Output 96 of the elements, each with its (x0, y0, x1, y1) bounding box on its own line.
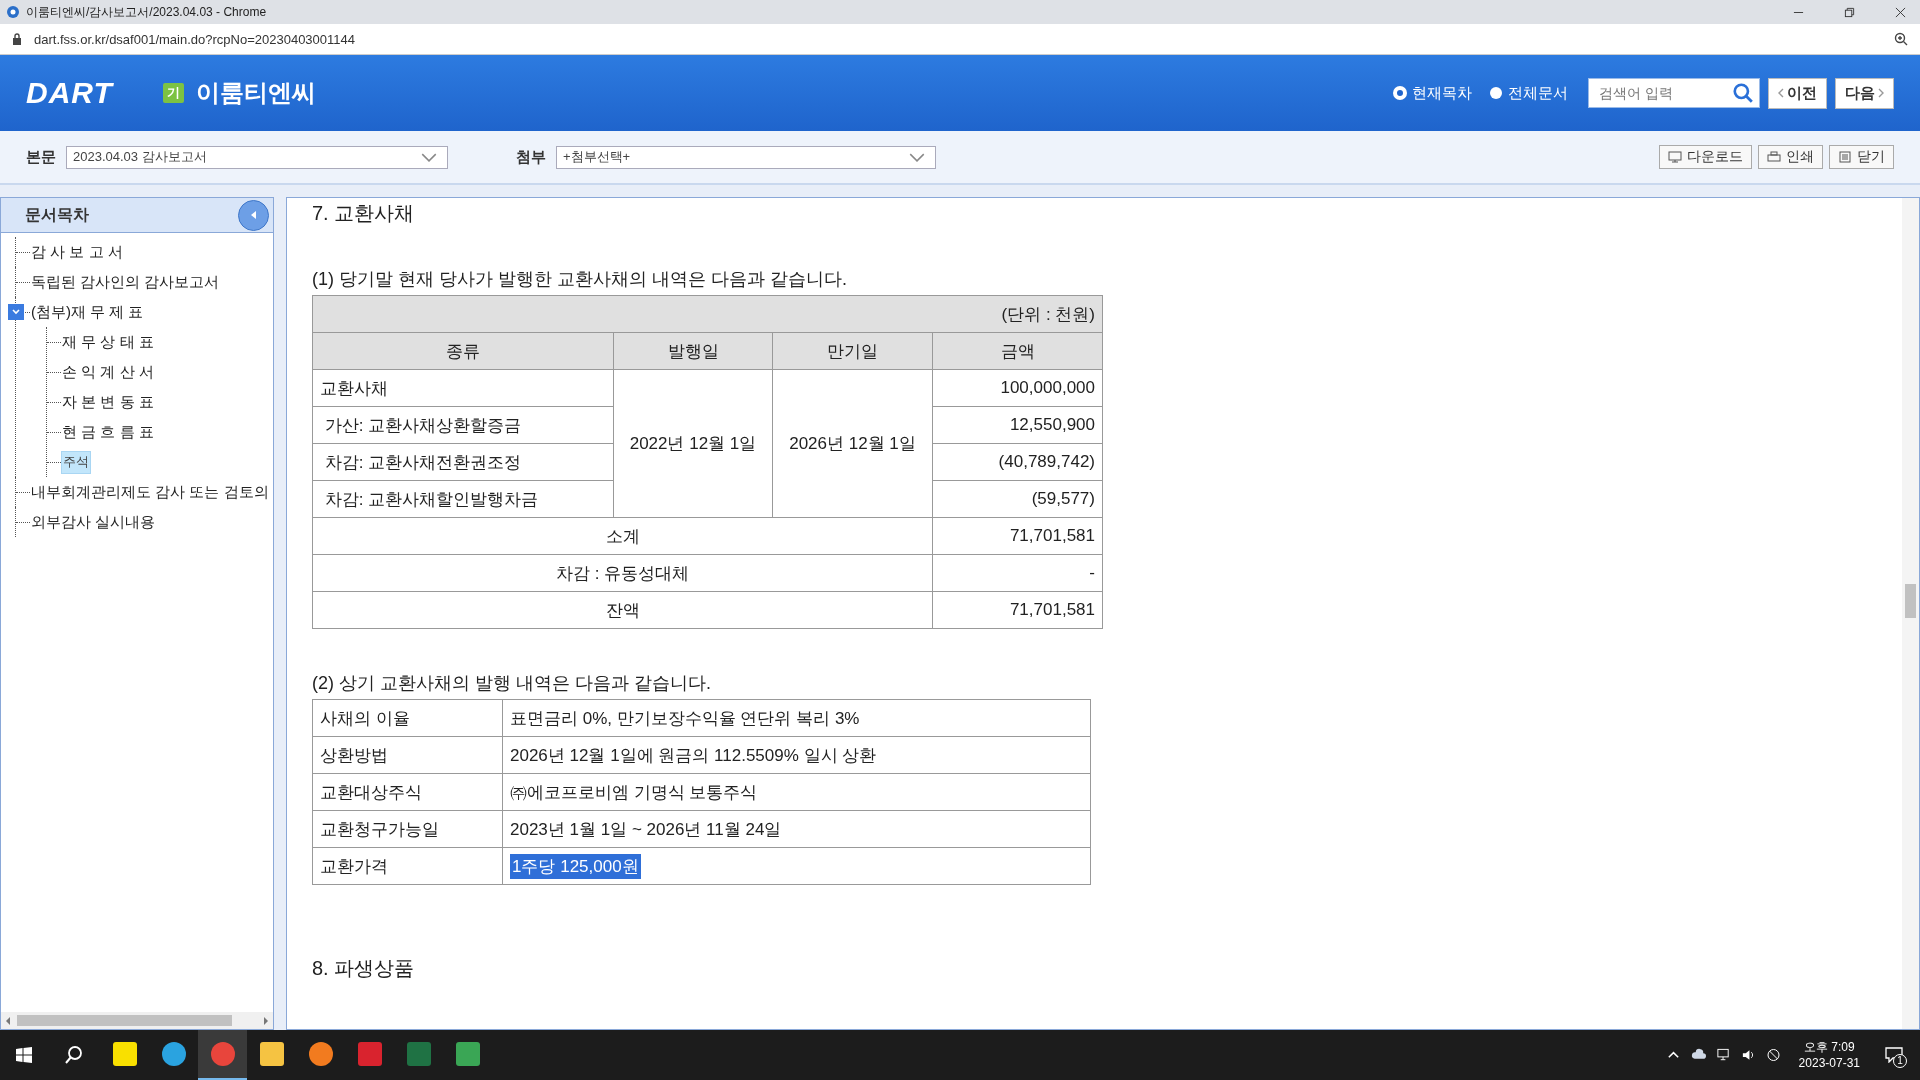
table-cell: 12,550,900 (932, 406, 1103, 444)
table-cell: 상환방법 (312, 736, 503, 774)
search-icon[interactable] (64, 1045, 84, 1065)
table-cell: 잔액 (312, 591, 933, 629)
column-header: 금액 (932, 332, 1103, 370)
close-button[interactable]: 닫기 (1829, 145, 1894, 169)
toc-item[interactable]: 독립된 감사인의 감사보고서 (30, 270, 221, 294)
next-button[interactable]: 다음 (1835, 77, 1894, 109)
lock-icon (12, 33, 22, 45)
notification-button[interactable]: 1 (1876, 1040, 1912, 1070)
app-icon[interactable] (112, 1042, 137, 1066)
table-cell: 2022년 12월 1일 (613, 369, 773, 518)
table-cell: 100,000,000 (932, 369, 1103, 407)
toc-item[interactable]: 자 본 변 동 표 (61, 390, 155, 414)
company-name: 이룸티엔씨 (195, 78, 316, 108)
download-button[interactable]: 다운로드 (1659, 145, 1752, 169)
speaker-icon[interactable] (1740, 1048, 1756, 1062)
print-button[interactable]: 인쇄 (1758, 145, 1823, 169)
address-bar[interactable]: dart.fss.or.kr/dsaf001/main.do?rcpNo=20230403001144 (34, 31, 355, 47)
chevron-right-icon (1878, 88, 1884, 98)
horizontal-scrollbar[interactable] (1, 1012, 273, 1029)
table-cell-text: 2026년 12월 1일에 원금의 112.5509% 일시 상환 (510, 745, 877, 765)
windows-start-icon[interactable] (16, 1047, 32, 1063)
column-header: 발행일 (613, 332, 773, 370)
blocked-icon[interactable] (1765, 1048, 1781, 1062)
toc-item[interactable]: 외부감사 실시내용 (30, 510, 157, 534)
speech-bubble-icon (1885, 1047, 1903, 1063)
table-cell: 차감 : 유동성대체 (312, 554, 933, 592)
chevron-left-icon (1778, 88, 1784, 98)
window-title: 이룸티엔씨/감사보고서/2023.04.03 - Chrome (26, 3, 267, 21)
body-select[interactable]: 2023.04.03 감사보고서 (66, 145, 448, 169)
app-icon[interactable] (308, 1042, 333, 1066)
table-cell: 교환사채 (312, 369, 614, 407)
table-cell: 2026년 12월 1일 (772, 369, 933, 518)
scope-radio[interactable]: 전체문서 (1490, 83, 1568, 103)
dropdown-caret-icon (421, 152, 437, 162)
toc-item[interactable]: 재 무 상 태 표 (61, 330, 155, 354)
expand-toggle-icon[interactable] (8, 304, 24, 320)
toc-item[interactable]: 현 금 흐 름 표 (61, 420, 155, 444)
scope-radio[interactable]: 현재목차 (1394, 83, 1472, 103)
column-header: 만기일 (772, 332, 933, 370)
table-cell: (59,577) (932, 480, 1103, 518)
table-cell: 가산: 교환사채상환할증금 (312, 406, 614, 444)
table-cell-text: ㈜에코프로비엠 기명식 보통주식 (510, 782, 758, 802)
browser-icon (6, 5, 20, 19)
table-cell: 소계 (312, 517, 933, 555)
scroll-right-icon[interactable] (263, 1016, 269, 1025)
table-cell: 교환청구가능일 (312, 810, 503, 848)
scroll-left-icon[interactable] (5, 1016, 11, 1025)
app-icon[interactable] (259, 1042, 284, 1066)
toc-title: 문서목차 (25, 204, 89, 225)
table-cell: 차감: 교환사채할인발행차금 (312, 480, 614, 518)
section-heading: 8. 파생상품 (312, 956, 416, 981)
dart-logo[interactable]: DART (26, 76, 113, 110)
table-cell: (40,789,742) (932, 443, 1103, 481)
table-cell: - (932, 554, 1103, 592)
monitor-icon (1668, 151, 1682, 163)
column-header: 종류 (312, 332, 614, 370)
attachment-select[interactable]: +첨부선택+ (556, 145, 936, 169)
table-cell: 71,701,581 (932, 517, 1103, 555)
app-icon[interactable] (455, 1042, 480, 1066)
app-icon[interactable] (161, 1042, 186, 1066)
attachment-label: 첨부 (516, 147, 546, 167)
report-type-badge: 기 (162, 83, 184, 103)
cloud-icon[interactable] (1690, 1048, 1706, 1062)
toc-item[interactable]: 감 사 보 고 서 (30, 240, 124, 264)
toc-item[interactable]: 손 익 계 산 서 (61, 360, 155, 384)
paragraph: (2) 상기 교환사채의 발행 내역은 다음과 같습니다. (312, 672, 712, 695)
previous-button[interactable]: 이전 (1768, 77, 1827, 109)
close-icon[interactable] (1895, 6, 1906, 18)
clock-date[interactable]: 2023-07-31 (1798, 1055, 1860, 1071)
table-cell: 교환가격 (312, 847, 503, 885)
table-cell: 사채의 이율 (312, 699, 503, 737)
restore-icon[interactable] (1844, 6, 1855, 18)
document-icon (1838, 151, 1852, 163)
table-cell: 교환대상주식 (312, 773, 503, 811)
toc-item[interactable]: (첨부)재 무 제 표 (30, 300, 145, 324)
dropdown-caret-icon (909, 152, 925, 162)
table-cell: 71,701,581 (932, 591, 1103, 629)
table-cell-text: 표면금리 0%, 만기보장수익율 연단위 복리 3% (510, 708, 860, 728)
paragraph: (1) 당기말 현재 당사가 발행한 교환사채의 내역은 다음과 같습니다. (312, 268, 848, 291)
unit-cell: (단위 : 천원) (312, 295, 1103, 333)
network-icon[interactable] (1715, 1048, 1731, 1062)
section-heading: 7. 교환사채 (312, 201, 416, 226)
zoom-icon[interactable] (1894, 32, 1908, 46)
table-cell: 차감: 교환사채전환권조정 (312, 443, 614, 481)
search-field[interactable]: 검색어 입력 (1588, 78, 1760, 108)
toc-item[interactable]: 내부회계관리제도 감사 또는 검토의 (30, 480, 270, 504)
collapse-sidebar-button[interactable] (238, 199, 269, 231)
printer-icon (1767, 151, 1781, 163)
toc-item[interactable]: 주석 (61, 450, 91, 474)
clock-time[interactable]: 오후 7:09 (1803, 1039, 1855, 1055)
body-label: 본문 (26, 147, 56, 167)
vertical-scrollbar[interactable] (1902, 198, 1919, 1029)
table-cell-text: 2023년 1월 1일 ~ 2026년 11월 24일 (510, 819, 782, 839)
table-cell-text: 1주당 125,000원 (510, 853, 641, 879)
